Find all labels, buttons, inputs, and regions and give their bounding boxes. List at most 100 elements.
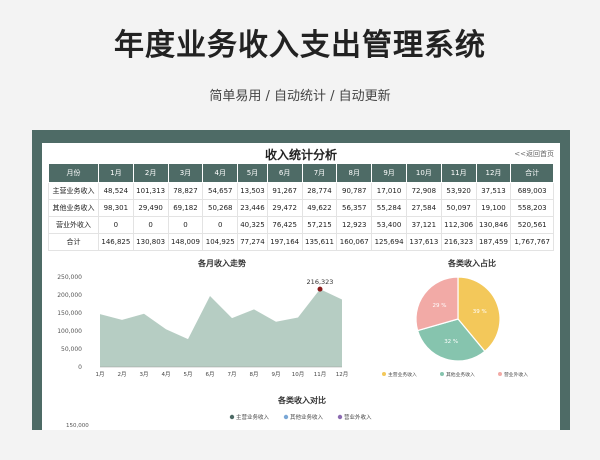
column-header: 10月	[405, 163, 442, 183]
table-cell: 91,267	[266, 182, 303, 200]
table-cell: 27,584	[405, 199, 442, 217]
column-header: 2月	[132, 163, 169, 183]
table-cell: 0	[97, 216, 134, 234]
column-header: 8月	[336, 163, 373, 183]
table-cell: 130,803	[132, 233, 169, 251]
sheet-title: 收入统计分析	[264, 148, 337, 162]
hero-title: 年度业务收入支出管理系统	[114, 28, 486, 63]
legend-swatch	[440, 372, 444, 376]
table-cell: 148,009	[167, 233, 204, 251]
x-tick-label: 11月	[314, 371, 327, 378]
table-cell: 112,306	[440, 216, 477, 234]
y-tick-label: 50,000	[61, 346, 82, 353]
legend-swatch	[382, 372, 386, 376]
table-cell: 55,284	[371, 199, 407, 217]
x-tick-label: 1月	[96, 371, 105, 378]
table-cell: 98,301	[97, 199, 134, 217]
table-cell: 520,561	[510, 216, 554, 234]
table-cell: 137,613	[405, 233, 442, 251]
table-cell: 101,313	[132, 182, 169, 200]
pie-slice-label: 39 %	[473, 309, 487, 315]
back-home-link[interactable]: <<返回首页	[514, 149, 554, 159]
table-cell: 0	[202, 216, 239, 234]
y-tick-label: 100,000	[57, 328, 82, 335]
table-row: 营业外收入 0 0 0 0 40,325 76,425 57,215 12,923 53,400 3…	[48, 216, 554, 234]
table-cell: 40,325	[237, 216, 268, 234]
page: 年度业务收入支出管理系统 简单易用 / 自动统计 / 自动更新 收入统计分析 <…	[0, 0, 600, 460]
table-cell: 37,121	[405, 216, 442, 234]
column-header: 合计	[510, 163, 554, 183]
table-cell: 0	[167, 216, 204, 234]
legend-swatch	[498, 372, 502, 376]
table-cell: 187,459	[475, 233, 512, 251]
column-header: 5月	[237, 163, 268, 183]
hero-subtitle: 简单易用 / 自动统计 / 自动更新	[209, 89, 391, 104]
table-cell: 160,067	[336, 233, 373, 251]
x-tick-label: 5月	[184, 371, 193, 378]
y-tick-label: 200,000	[57, 292, 82, 299]
max-point-label: 216,323	[307, 278, 334, 286]
legend-label: 营业外收入	[504, 371, 528, 378]
legend-swatch	[337, 414, 343, 420]
x-tick-label: 9月	[272, 371, 281, 378]
table-cell: 216,323	[440, 233, 477, 251]
x-tick-label: 2月	[118, 371, 127, 378]
x-tick-label: 10月	[292, 371, 305, 378]
table-cell: 78,827	[167, 182, 204, 200]
compare-chart-legend: 主营业务收入 其他业务收入 营业外收入 150,000	[66, 413, 372, 429]
column-header: 11月	[440, 163, 477, 183]
column-header: 1月	[97, 163, 134, 183]
table-row: 其他业务收入 98,301 29,490 69,182 50,268 23,446 29,4…	[48, 199, 554, 217]
y-tick-label: 250,000	[57, 274, 82, 281]
table-body: 主营业务收入 48,524 101,313 78,827 54,657 13,503 91,…	[48, 182, 554, 251]
table-cell: 125,694	[371, 233, 407, 251]
table-cell: 13,503	[237, 182, 268, 200]
legend-swatch	[229, 414, 235, 420]
table-cell: 50,268	[202, 199, 239, 217]
table-cell: 57,215	[301, 216, 338, 234]
column-header: 4月	[202, 163, 239, 183]
table-cell: 104,925	[202, 233, 239, 251]
income-table: 月份 1月 2月 3月 4月 5月 6月 7月 8月 9月 10月 11月 12月 合计 主营业务收入 48…	[48, 163, 554, 251]
column-header: 12月	[475, 163, 512, 183]
table-cell: 146,825	[97, 233, 134, 251]
table-cell: 69,182	[167, 199, 204, 217]
table-cell: 76,425	[266, 216, 303, 234]
share-pie-chart: 39 % 32 % 29 % 主营业务收入 其他业务收入 营业外收入	[382, 276, 528, 378]
table-cell: 77,274	[237, 233, 268, 251]
pie-slice-label: 29 %	[433, 303, 447, 309]
table-cell: 23,446	[237, 199, 268, 217]
x-tick-label: 12月	[336, 371, 349, 378]
x-tick-label: 8月	[250, 371, 259, 378]
x-tick-label: 6月	[206, 371, 215, 378]
x-tick-label: 3月	[140, 371, 149, 378]
legend-label: 其他业务收入	[446, 371, 475, 378]
table-row: 主营业务收入 48,524 101,313 78,827 54,657 13,503 91,…	[48, 182, 554, 200]
pie-slice-label: 32 %	[444, 339, 458, 345]
x-tick-label: 7月	[228, 371, 237, 378]
table-cell: 29,472	[266, 199, 303, 217]
table-cell: 48,524	[97, 182, 134, 200]
table-cell: 28,774	[301, 182, 338, 200]
table-cell: 54,657	[202, 182, 239, 200]
spreadsheet-view: 收入统计分析 <<返回首页 月份 1月 2月 3月 4月 5月 6月 7月 8月 9月 10月 11月…	[42, 143, 560, 430]
table-corner-header: 月份	[48, 163, 99, 183]
legend-label: 主营业务收入	[388, 371, 417, 378]
table-cell: 197,164	[266, 233, 303, 251]
max-point-marker	[317, 286, 323, 292]
row-label: 营业外收入	[48, 216, 99, 234]
table-cell: 50,097	[440, 199, 477, 217]
row-label: 主营业务收入	[48, 182, 99, 200]
y-tick-label: 150,000	[57, 310, 82, 317]
table-cell: 130,846	[475, 216, 512, 234]
table-row: 合计 146,825 130,803 148,009 104,925 77,274 197,…	[48, 233, 554, 251]
column-header: 7月	[301, 163, 338, 183]
table-cell: 12,923	[336, 216, 373, 234]
table-cell: 53,920	[440, 182, 477, 200]
table-cell: 17,010	[371, 182, 407, 200]
table-cell: 135,611	[301, 233, 338, 251]
table-cell: 72,908	[405, 182, 442, 200]
y-tick-label: 150,000	[66, 423, 89, 429]
column-header: 9月	[371, 163, 407, 183]
legend-swatch	[283, 414, 289, 420]
